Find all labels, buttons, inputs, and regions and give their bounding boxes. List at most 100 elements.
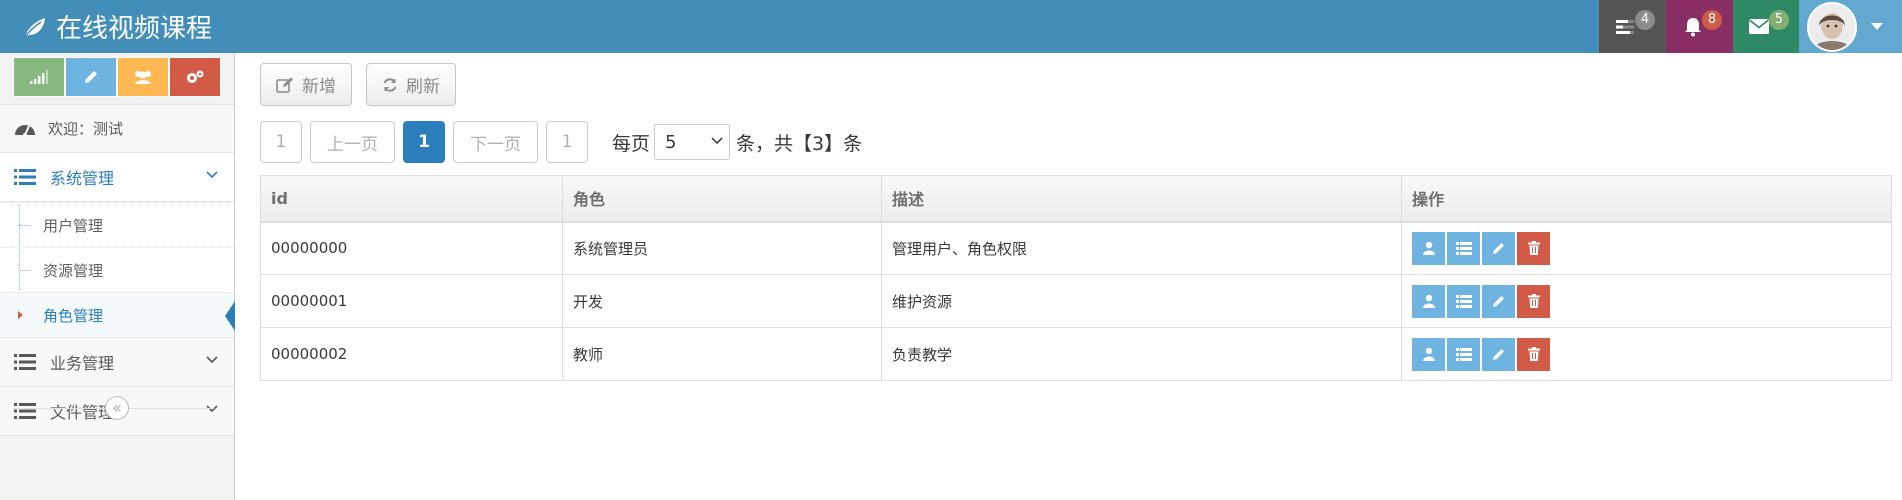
shortcut-edit-button[interactable] (65, 57, 117, 97)
per-page-value: 5 (665, 131, 677, 153)
roles-table: id 角色 描述 操作 00000000 系统管理员 管理用户、角色权限 000… (260, 175, 1892, 381)
page-first-button[interactable]: 1 (260, 121, 302, 163)
shortcut-bar (0, 53, 234, 104)
sidebar-item-label: 角色管理 (43, 306, 104, 325)
shortcut-stats-button[interactable] (13, 57, 65, 97)
sidebar-item-users[interactable]: 用户管理 (0, 202, 234, 247)
trash-icon (1527, 347, 1540, 361)
assign-user-button[interactable] (1412, 284, 1445, 318)
cell-id: 00000000 (260, 221, 563, 275)
sidebar: 欢迎：测试 系统管理 用户管理 资源管理 角色管理 业务管理 文件管理 « (0, 53, 235, 500)
cell-role: 开发 (562, 274, 882, 328)
column-header-actions: 操作 (1401, 175, 1892, 223)
table-row: 00000002 教师 负责教学 (260, 327, 1892, 381)
users-icon (135, 71, 151, 84)
column-header-description[interactable]: 描述 (881, 175, 1402, 223)
edit-button[interactable] (1482, 337, 1515, 371)
sidebar-collapse-button[interactable]: « (105, 396, 129, 420)
welcome-item[interactable]: 欢迎：测试 (0, 104, 234, 153)
page-prev-button[interactable]: 上一页 (310, 121, 395, 163)
chevron-down-icon (1871, 23, 1883, 30)
bell-icon (1684, 17, 1701, 36)
edit-button[interactable] (1482, 231, 1515, 265)
column-header-role[interactable]: 角色 (562, 175, 882, 223)
per-page-prefix: 每页 (612, 132, 651, 155)
cell-description: 管理用户、角色权限 (881, 221, 1402, 275)
pencil-icon (85, 71, 97, 83)
shortcut-users-button[interactable] (117, 57, 169, 97)
menu-business[interactable]: 业务管理 (0, 338, 234, 387)
assign-user-button[interactable] (1412, 231, 1445, 265)
permissions-button[interactable] (1447, 231, 1480, 265)
sidebar-item-resources[interactable]: 资源管理 (0, 247, 234, 292)
leaf-icon (24, 17, 45, 37)
column-header-id[interactable]: id (260, 175, 563, 223)
welcome-text: 欢迎：测试 (48, 120, 124, 138)
cell-role: 系统管理员 (562, 221, 882, 275)
pencil-icon (1492, 243, 1504, 255)
refresh-button-label: 刷新 (406, 77, 440, 97)
cell-id: 00000002 (260, 327, 563, 381)
page-current-button[interactable]: 1 (403, 121, 445, 163)
page-next-button[interactable]: 下一页 (453, 121, 538, 163)
chevron-down-icon (206, 171, 218, 179)
main-content: 新增 刷新 1 上一页 1 下一页 1 每页 5 条，共【3】条 id 角色 描… (235, 53, 1902, 500)
tasks-badge: 4 (1635, 10, 1655, 30)
menu-system-label: 系统管理 (50, 169, 115, 188)
permissions-button[interactable] (1447, 337, 1480, 371)
active-indicator (225, 301, 235, 331)
trash-icon (1527, 294, 1540, 308)
signal-icon (30, 70, 48, 84)
brand[interactable]: 在线视频课程 (22, 0, 212, 53)
delete-button[interactable] (1517, 231, 1550, 265)
cell-actions (1401, 274, 1892, 328)
list-icon (1455, 241, 1472, 255)
add-button-label: 新增 (302, 77, 336, 97)
sidebar-item-roles[interactable]: 角色管理 (0, 292, 235, 337)
user-icon (1422, 294, 1435, 308)
tasks-button[interactable]: 4 (1599, 0, 1666, 53)
cogs-icon (187, 70, 204, 83)
pager-summary: 条，共【3】条 (736, 132, 863, 155)
list-icon (1455, 347, 1472, 361)
cell-description: 维护资源 (881, 274, 1402, 328)
per-page-select[interactable]: 5 (654, 124, 731, 160)
assign-user-button[interactable] (1412, 337, 1445, 371)
permissions-button[interactable] (1447, 284, 1480, 318)
pencil-icon (1492, 296, 1504, 307)
pencil-icon (1492, 349, 1504, 360)
cell-description: 负责教学 (881, 327, 1402, 381)
messages-button[interactable]: 5 (1733, 0, 1799, 53)
refresh-icon (383, 77, 397, 92)
delete-button[interactable] (1517, 284, 1550, 318)
delete-button[interactable] (1517, 337, 1550, 371)
chevron-down-icon (711, 137, 723, 145)
refresh-button[interactable]: 刷新 (366, 63, 456, 106)
shortcut-settings-button[interactable] (169, 57, 221, 97)
menu-system[interactable]: 系统管理 (0, 153, 234, 202)
list-icon (14, 169, 36, 185)
list-icon (1455, 294, 1472, 308)
page-last-button[interactable]: 1 (546, 121, 588, 163)
trash-icon (1527, 241, 1540, 256)
user-menu[interactable] (1799, 0, 1902, 53)
avatar[interactable] (1807, 1, 1857, 52)
submenu-system: 用户管理 资源管理 角色管理 (0, 202, 235, 338)
sidebar-item-label: 用户管理 (43, 216, 104, 235)
messages-badge: 5 (1769, 10, 1789, 30)
sidebar-collapse-bar: « (0, 386, 234, 430)
tasks-icon (1615, 19, 1634, 34)
edit-icon (276, 77, 293, 93)
brand-title: 在线视频课程 (56, 14, 213, 44)
navbar: 在线视频课程 4 8 5 (0, 0, 1902, 53)
notifications-button[interactable]: 8 (1666, 0, 1733, 53)
add-button[interactable]: 新增 (260, 63, 352, 106)
caret-right-icon (18, 311, 23, 319)
cell-id: 00000001 (260, 274, 563, 328)
edit-button[interactable] (1482, 284, 1515, 318)
table-header-row: id 角色 描述 操作 (260, 175, 1892, 223)
sidebar-item-label: 资源管理 (43, 261, 104, 280)
cell-actions (1401, 221, 1892, 275)
table-row: 00000000 系统管理员 管理用户、角色权限 (260, 221, 1892, 275)
envelope-icon (1749, 19, 1769, 34)
